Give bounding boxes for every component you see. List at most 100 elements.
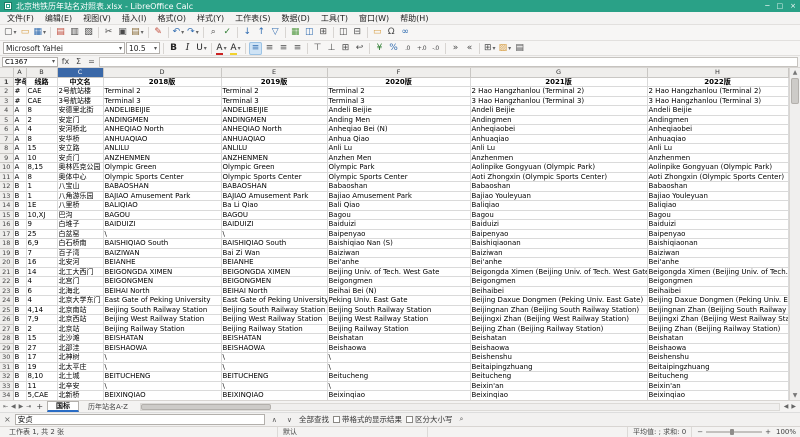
cell-G29[interactable]: Beishaowa — [470, 343, 647, 353]
cell-B20[interactable]: 16 — [26, 258, 57, 268]
cell-A12[interactable]: B — [13, 182, 26, 192]
cell-A34[interactable]: B — [13, 391, 26, 401]
cell-D6[interactable]: ANHEQIAO North — [103, 125, 221, 135]
cell-E34[interactable]: BEIXINQIAO — [221, 391, 327, 401]
row-header-28[interactable]: 28 — [0, 334, 13, 344]
cell-F32[interactable]: Beitucheng — [327, 372, 470, 382]
cell-F24[interactable]: Peking Univ. East Gate — [327, 296, 470, 306]
cell-H3[interactable]: 3 Hao Hangzhanlou (Terminal 3) — [647, 96, 788, 106]
function-wizard-icon[interactable]: fx — [60, 57, 71, 66]
cell-A13[interactable]: B — [13, 191, 26, 201]
cell-C8[interactable]: 安立路 — [57, 144, 103, 154]
cell-E21[interactable]: BEIGONGDA XIMEN — [221, 267, 327, 277]
row-header-3[interactable]: 3 — [0, 96, 13, 106]
cell-C26[interactable]: 北京西站 — [57, 315, 103, 325]
cell-G1[interactable]: 2021版 — [470, 77, 647, 87]
scroll-down-icon[interactable]: ▼ — [790, 391, 800, 400]
cell-B28[interactable]: 15 — [26, 334, 57, 344]
cell-H7[interactable]: Anhuaqiao — [647, 134, 788, 144]
cell-G10[interactable]: Aolinpike Gongyuan (Olympic Park) — [470, 163, 647, 173]
cell-B31[interactable]: 19 — [26, 362, 57, 372]
cell-G27[interactable]: Beijing Zhan (Beijing Railway Station) — [470, 324, 647, 334]
cell-B3[interactable]: CAE — [26, 96, 57, 106]
highlight-color-icon[interactable]: A▾ — [229, 42, 242, 55]
cell-A27[interactable]: B — [13, 324, 26, 334]
cell-A10[interactable]: A — [13, 163, 26, 173]
cell-H26[interactable]: Beijingxi Zhan (Beijing West Railway Sta… — [647, 315, 788, 325]
cell-C21[interactable]: 北工大西门 — [57, 267, 103, 277]
cell-E29[interactable]: BEISHAOWA — [221, 343, 327, 353]
cell-C12[interactable]: 八宝山 — [57, 182, 103, 192]
cell-D19[interactable]: BAIZIWAN — [103, 248, 221, 258]
cell-G24[interactable]: Beijing Daxue Dongmen (Peking Univ. East… — [470, 296, 647, 306]
cell-E33[interactable]: \ — [221, 381, 327, 391]
cell-F7[interactable]: Anhua Qiao — [327, 134, 470, 144]
cell-A19[interactable]: B — [13, 248, 26, 258]
cell-D10[interactable]: Olympic Green — [103, 163, 221, 173]
cell-D11[interactable]: Olympic Sports Center — [103, 172, 221, 182]
menu-item-窗口[interactable]: 窗口(W) — [359, 13, 389, 24]
cell-D32[interactable]: BEITUCHENG — [103, 372, 221, 382]
cell-H19[interactable]: Baiziwan — [647, 248, 788, 258]
cell-H18[interactable]: Baishiqiaonan — [647, 239, 788, 249]
cell-F21[interactable]: Beijing Univ. of Tech. West Gate — [327, 267, 470, 277]
cell-A7[interactable]: A — [13, 134, 26, 144]
cell-G19[interactable]: Baiziwan — [470, 248, 647, 258]
cell-E16[interactable]: BAIDUIZI — [221, 220, 327, 230]
undo-icon[interactable]: ↶▾ — [172, 26, 186, 39]
cell-E4[interactable]: ANDELIBEIJIE — [221, 106, 327, 116]
cell-F22[interactable]: Beigongmen — [327, 277, 470, 287]
sort-descending-icon[interactable]: ↑ — [255, 26, 268, 39]
row-header-25[interactable]: 25 — [0, 305, 13, 315]
row-header-10[interactable]: 10 — [0, 163, 13, 173]
cell-G16[interactable]: Baiduizi — [470, 220, 647, 230]
cell-D16[interactable]: BAIDUIZI — [103, 220, 221, 230]
cell-F16[interactable]: Baiduizi — [327, 220, 470, 230]
cell-E7[interactable]: ANHUAQIAO — [221, 134, 327, 144]
cell-C31[interactable]: 北太平庄 — [57, 362, 103, 372]
cell-G34[interactable]: Beixinqiao — [470, 391, 647, 401]
cell-C27[interactable]: 北京站 — [57, 324, 103, 334]
cell-A31[interactable]: B — [13, 362, 26, 372]
cell-C20[interactable]: 北安河 — [57, 258, 103, 268]
menu-item-格式[interactable]: 格式(O) — [157, 13, 186, 24]
cell-C17[interactable]: 白盆窑 — [57, 229, 103, 239]
cut-icon[interactable]: ✂ — [102, 26, 115, 39]
cell-C7[interactable]: 安华桥 — [57, 134, 103, 144]
row-header-12[interactable]: 12 — [0, 182, 13, 192]
cell-E30[interactable]: \ — [221, 353, 327, 363]
match-case-checkbox[interactable]: 区分大小写 — [406, 414, 453, 425]
column-header-E[interactable]: E — [221, 68, 327, 77]
row-header-24[interactable]: 24 — [0, 296, 13, 306]
cell-G11[interactable]: Aoti Zhongxin (Olympic Sports Center) — [470, 172, 647, 182]
new-document-icon[interactable]: ▢▾ — [3, 26, 18, 39]
row-header-5[interactable]: 5 — [0, 115, 13, 125]
cell-H34[interactable]: Beixinqiao — [647, 391, 788, 401]
menu-item-文件[interactable]: 文件(F) — [7, 13, 34, 24]
cell-C29[interactable]: 北邵洼 — [57, 343, 103, 353]
cell-G28[interactable]: Beishatan — [470, 334, 647, 344]
column-header-C[interactable]: C — [57, 68, 103, 77]
cell-A22[interactable]: B — [13, 277, 26, 287]
cell-H13[interactable]: Bajiao Youleyuan — [647, 191, 788, 201]
cell-E10[interactable]: Olympic Green — [221, 163, 327, 173]
row-header-30[interactable]: 30 — [0, 353, 13, 363]
cell-H10[interactable]: Aolinpike Gongyuan (Olympic Park) — [647, 163, 788, 173]
cell-F31[interactable]: \ — [327, 362, 470, 372]
sheet-tab-国标[interactable]: 国标 — [47, 401, 79, 412]
cell-A23[interactable]: B — [13, 286, 26, 296]
cell-B5[interactable]: 2 — [26, 115, 57, 125]
cell-B7[interactable]: 8 — [26, 134, 57, 144]
scroll-left-icon[interactable]: ◀ — [784, 403, 789, 410]
row-header-22[interactable]: 22 — [0, 277, 13, 287]
cell-A24[interactable]: B — [13, 296, 26, 306]
cell-F13[interactable]: Bajiao Amusement Park — [327, 191, 470, 201]
cell-C15[interactable]: 巴沟 — [57, 210, 103, 220]
cell-A5[interactable]: A — [13, 115, 26, 125]
cell-B27[interactable]: 2 — [26, 324, 57, 334]
add-decimal-icon[interactable]: +.0 — [415, 42, 428, 55]
cell-D34[interactable]: BEIXINQIAO — [103, 391, 221, 401]
cell-E28[interactable]: BEISHATAN — [221, 334, 327, 344]
cell-D5[interactable]: ANDINGMEN — [103, 115, 221, 125]
cell-G15[interactable]: Bagou — [470, 210, 647, 220]
